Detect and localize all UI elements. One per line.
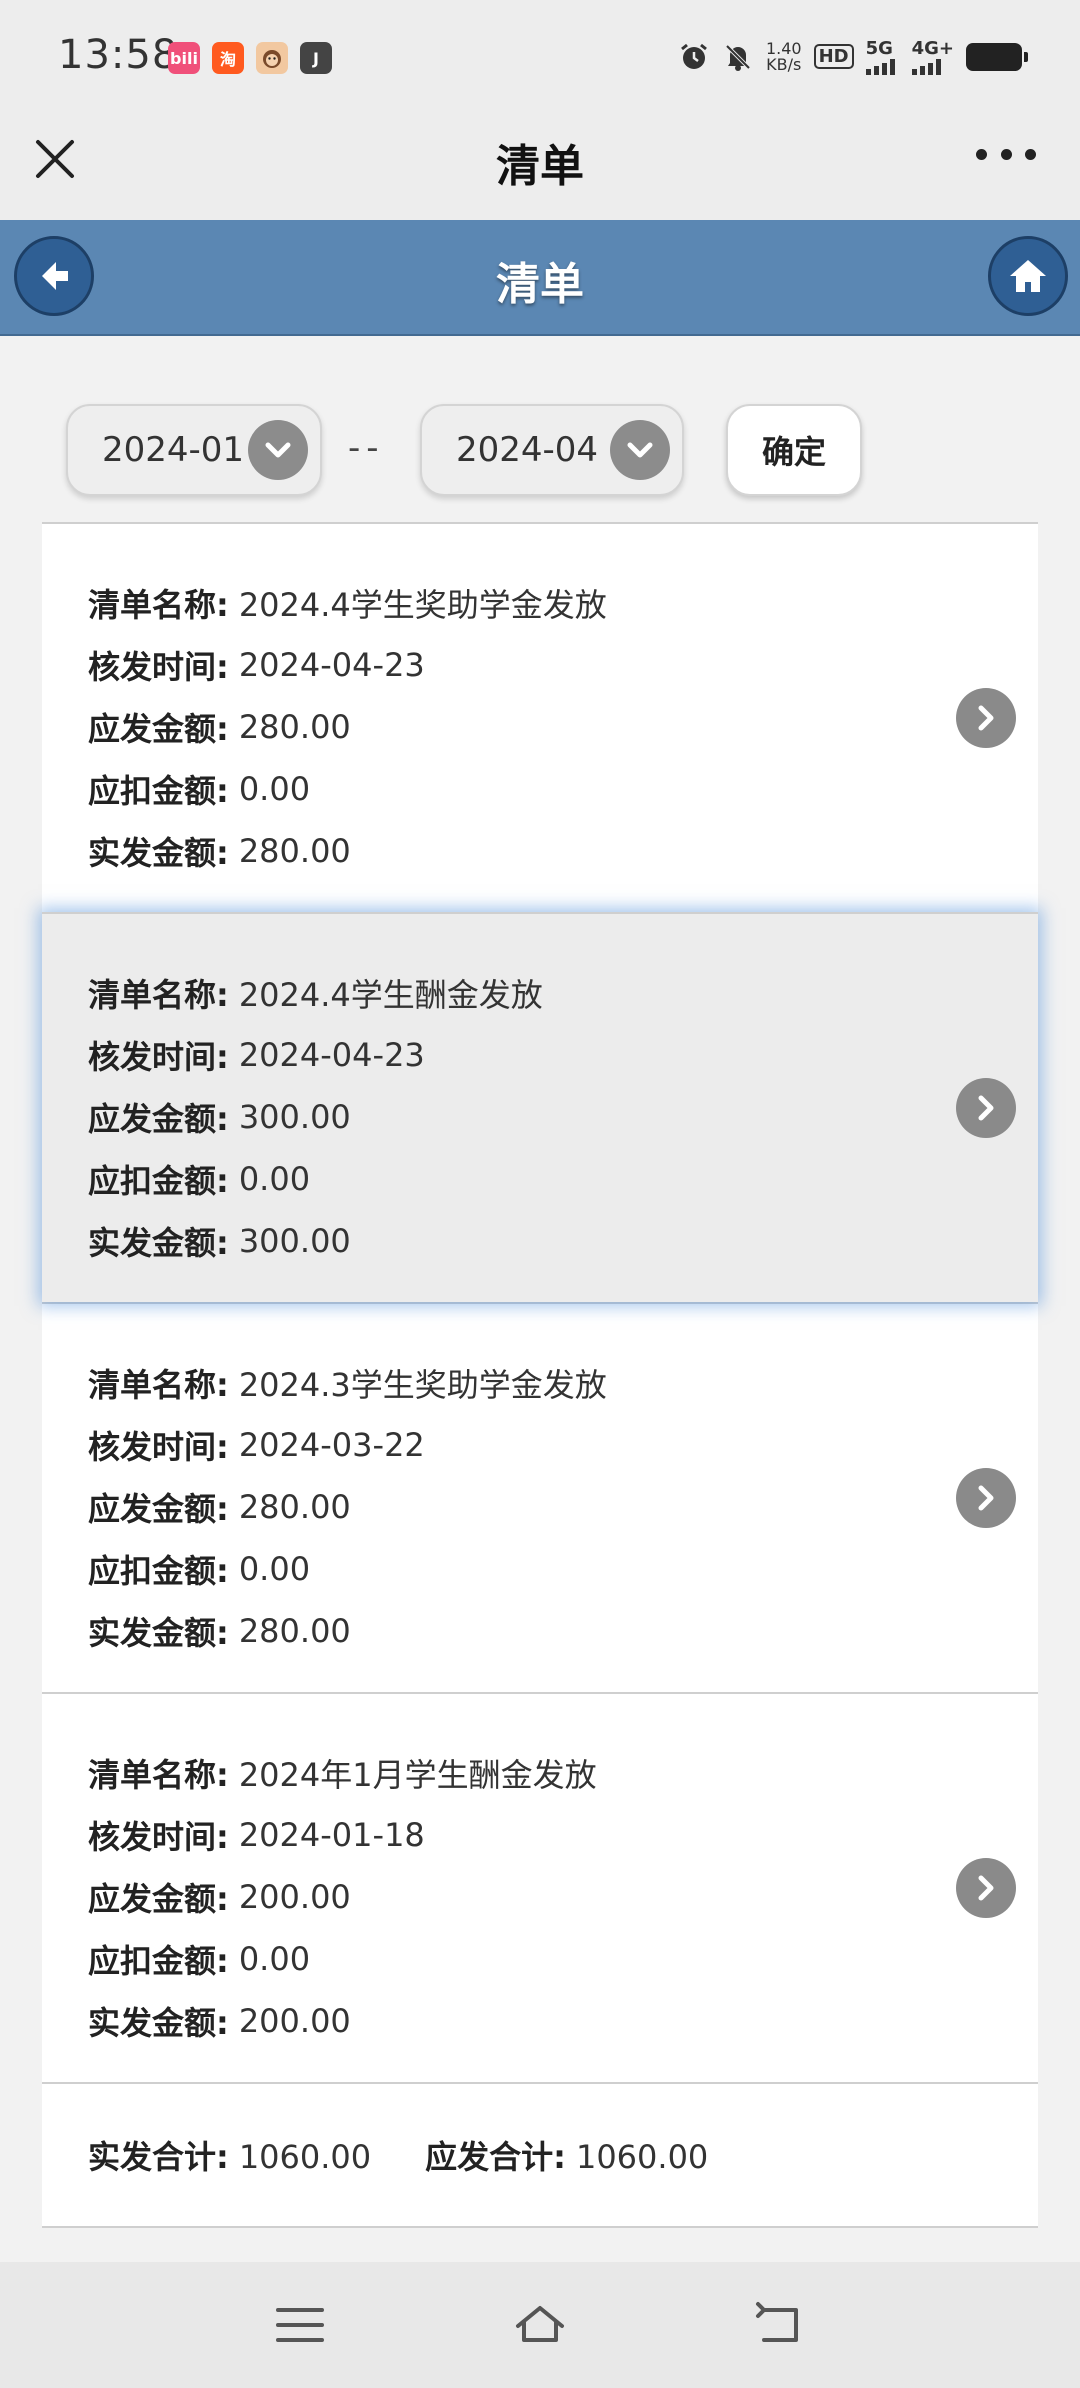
payable-label: 应发金额: (88, 1490, 229, 1528)
deduct-amount: 0.00 (238, 1940, 311, 1978)
payable-total-label: 应发合计: (425, 2138, 566, 2176)
issue-date: 2024-01-18 (238, 1816, 425, 1854)
chevron-right-icon[interactable] (956, 688, 1016, 748)
home-nav-icon[interactable] (510, 2298, 570, 2352)
name-label: 清单名称: (88, 1756, 229, 1794)
status-time: 13:58 (58, 32, 179, 78)
actual-amount: 280.00 (238, 832, 351, 870)
start-month-value: 2024-01 (102, 430, 245, 470)
chevron-right-icon[interactable] (956, 1078, 1016, 1138)
network-speed: 1.40 KB/s (765, 38, 802, 74)
deduct-label: 应扣金额: (88, 772, 229, 810)
actual-amount: 280.00 (238, 1612, 351, 1650)
confirm-button[interactable]: 确定 (726, 404, 862, 496)
date-filter: 2024-01 -- 2024-04 确定 (0, 336, 1080, 522)
chevron-down-icon (610, 420, 670, 480)
name-label: 清单名称: (88, 586, 229, 624)
bilibili-app-icon: bili (168, 42, 200, 74)
list-item[interactable]: 清单名称: 2024年1月学生酬金发放 核发时间: 2024-01-18 应发金额:… (42, 1692, 1038, 2082)
mute-bell-icon (725, 44, 751, 71)
payable-label: 应发金额: (88, 1880, 229, 1918)
name-label: 清单名称: (88, 1366, 229, 1404)
date-label: 核发时间: (88, 1818, 229, 1856)
end-month-select[interactable]: 2024-04 (420, 404, 684, 496)
actual-amount: 300.00 (238, 1222, 351, 1260)
notification-icons: bili 淘 J (168, 42, 332, 74)
actual-label: 实发金额: (88, 1614, 229, 1652)
status-bar: 13:58 bili 淘 J 1.40 KB/s HD 5G 4G+ (0, 0, 1080, 116)
date-label: 核发时间: (88, 1428, 229, 1466)
payable-label: 应发金额: (88, 710, 229, 748)
deduct-amount: 0.00 (238, 1160, 311, 1198)
actual-total-value: 1060.00 (238, 2138, 372, 2176)
chevron-down-icon (248, 420, 308, 480)
deduct-label: 应扣金额: (88, 1552, 229, 1590)
statement-name: 2024.4学生酬金发放 (238, 976, 543, 1014)
statement-name: 2024年1月学生酬金发放 (238, 1756, 597, 1794)
home-button[interactable] (988, 236, 1068, 316)
payable-amount: 280.00 (238, 708, 351, 746)
deduct-amount: 0.00 (238, 770, 311, 808)
page-title: 清单 (496, 141, 584, 192)
battery-icon (966, 42, 1028, 71)
deduct-label: 应扣金额: (88, 1942, 229, 1980)
actual-amount: 200.00 (238, 2002, 351, 2040)
payable-total-value: 1060.00 (575, 2138, 709, 2176)
more-options-icon[interactable] (976, 144, 1036, 164)
chevron-right-icon[interactable] (956, 1858, 1016, 1918)
back-nav-icon[interactable] (750, 2298, 810, 2352)
payable-amount: 200.00 (238, 1878, 351, 1916)
issue-date: 2024-04-23 (238, 646, 425, 684)
list-item[interactable]: 清单名称: 2024.3学生奖助学金发放 核发时间: 2024-03-22 应发金额… (42, 1302, 1038, 1692)
alarm-icon (681, 43, 707, 69)
monkey-app-icon (256, 42, 288, 74)
statement-list: 清单名称: 2024.4学生奖助学金发放 核发时间: 2024-04-23 应发金额… (42, 522, 1038, 2228)
payable-label: 应发金额: (88, 1100, 229, 1138)
menu-icon[interactable] (270, 2298, 330, 2352)
app-header: 清单 (0, 220, 1080, 336)
actual-label: 实发金额: (88, 834, 229, 872)
deduct-label: 应扣金额: (88, 1162, 229, 1200)
payable-amount: 280.00 (238, 1488, 351, 1526)
name-label: 清单名称: (88, 976, 229, 1014)
deduct-amount: 0.00 (238, 1550, 311, 1588)
system-nav-bar (0, 2262, 1080, 2388)
date-label: 核发时间: (88, 648, 229, 686)
signal-5g-icon: 5G (865, 38, 900, 75)
date-label: 核发时间: (88, 1038, 229, 1076)
issue-date: 2024-03-22 (238, 1426, 425, 1464)
range-separator: -- (348, 428, 385, 468)
list-item[interactable]: 清单名称: 2024.4学生奖助学金发放 核发时间: 2024-04-23 应发金额… (42, 522, 1038, 912)
home-icon (1010, 260, 1046, 292)
start-month-select[interactable]: 2024-01 (66, 404, 322, 496)
status-indicators: 1.40 KB/s HD 5G 4G+ (678, 38, 1028, 75)
actual-label: 实发金额: (88, 1224, 229, 1262)
summary-row: 实发合计: 1060.00 应发合计: 1060.00 (42, 2082, 1038, 2228)
statement-name: 2024.4学生奖助学金发放 (238, 586, 607, 624)
statement-name: 2024.3学生奖助学金发放 (238, 1366, 607, 1404)
payable-amount: 300.00 (238, 1098, 351, 1136)
actual-label: 实发金额: (88, 2004, 229, 2042)
j-app-icon: J (300, 42, 332, 74)
issue-date: 2024-04-23 (238, 1036, 425, 1074)
hd-icon: HD (813, 44, 854, 69)
title-bar: 清单 (0, 116, 1080, 220)
header-title: 清单 (496, 259, 584, 310)
signal-4g-icon: 4G+ (911, 38, 954, 75)
taobao-app-icon: 淘 (212, 42, 244, 74)
actual-total-label: 实发合计: (88, 2138, 229, 2176)
chevron-right-icon[interactable] (956, 1468, 1016, 1528)
list-item[interactable]: 清单名称: 2024.4学生酬金发放 核发时间: 2024-04-23 应发金额: 3… (42, 912, 1038, 1302)
end-month-value: 2024-04 (456, 430, 599, 470)
